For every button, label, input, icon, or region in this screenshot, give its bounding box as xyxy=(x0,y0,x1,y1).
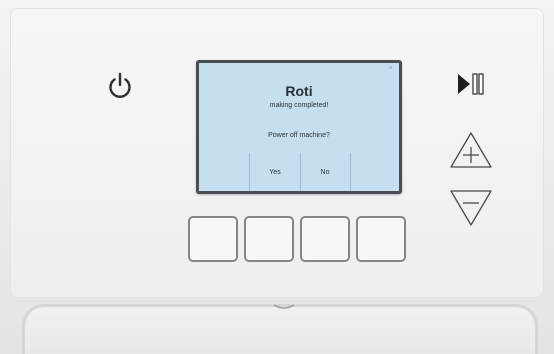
power-icon[interactable] xyxy=(104,70,136,102)
dialog-buttons: Yes No xyxy=(249,153,351,191)
play-pause-icon[interactable] xyxy=(454,70,486,98)
control-panel: × Roti making completed! Power off machi… xyxy=(10,8,544,298)
power-off-question: Power off machine? xyxy=(268,132,330,139)
yes-button[interactable]: Yes xyxy=(250,153,300,191)
minus-triangle-icon[interactable] xyxy=(448,188,494,228)
soft-key-2[interactable] xyxy=(244,216,294,262)
dispense-tray xyxy=(22,304,538,354)
lcd-screen: × Roti making completed! Power off machi… xyxy=(196,60,402,194)
soft-key-3[interactable] xyxy=(300,216,350,262)
appliance-body: × Roti making completed! Power off machi… xyxy=(0,0,554,354)
dish-title: Roti xyxy=(285,83,313,99)
dish-status: making completed! xyxy=(269,102,329,109)
soft-key-4[interactable] xyxy=(356,216,406,262)
tray-notch-icon xyxy=(273,304,295,309)
no-button[interactable]: No xyxy=(300,153,350,191)
plus-triangle-icon[interactable] xyxy=(448,130,494,170)
screen-close-icon[interactable]: × xyxy=(389,65,393,72)
soft-key-1[interactable] xyxy=(188,216,238,262)
